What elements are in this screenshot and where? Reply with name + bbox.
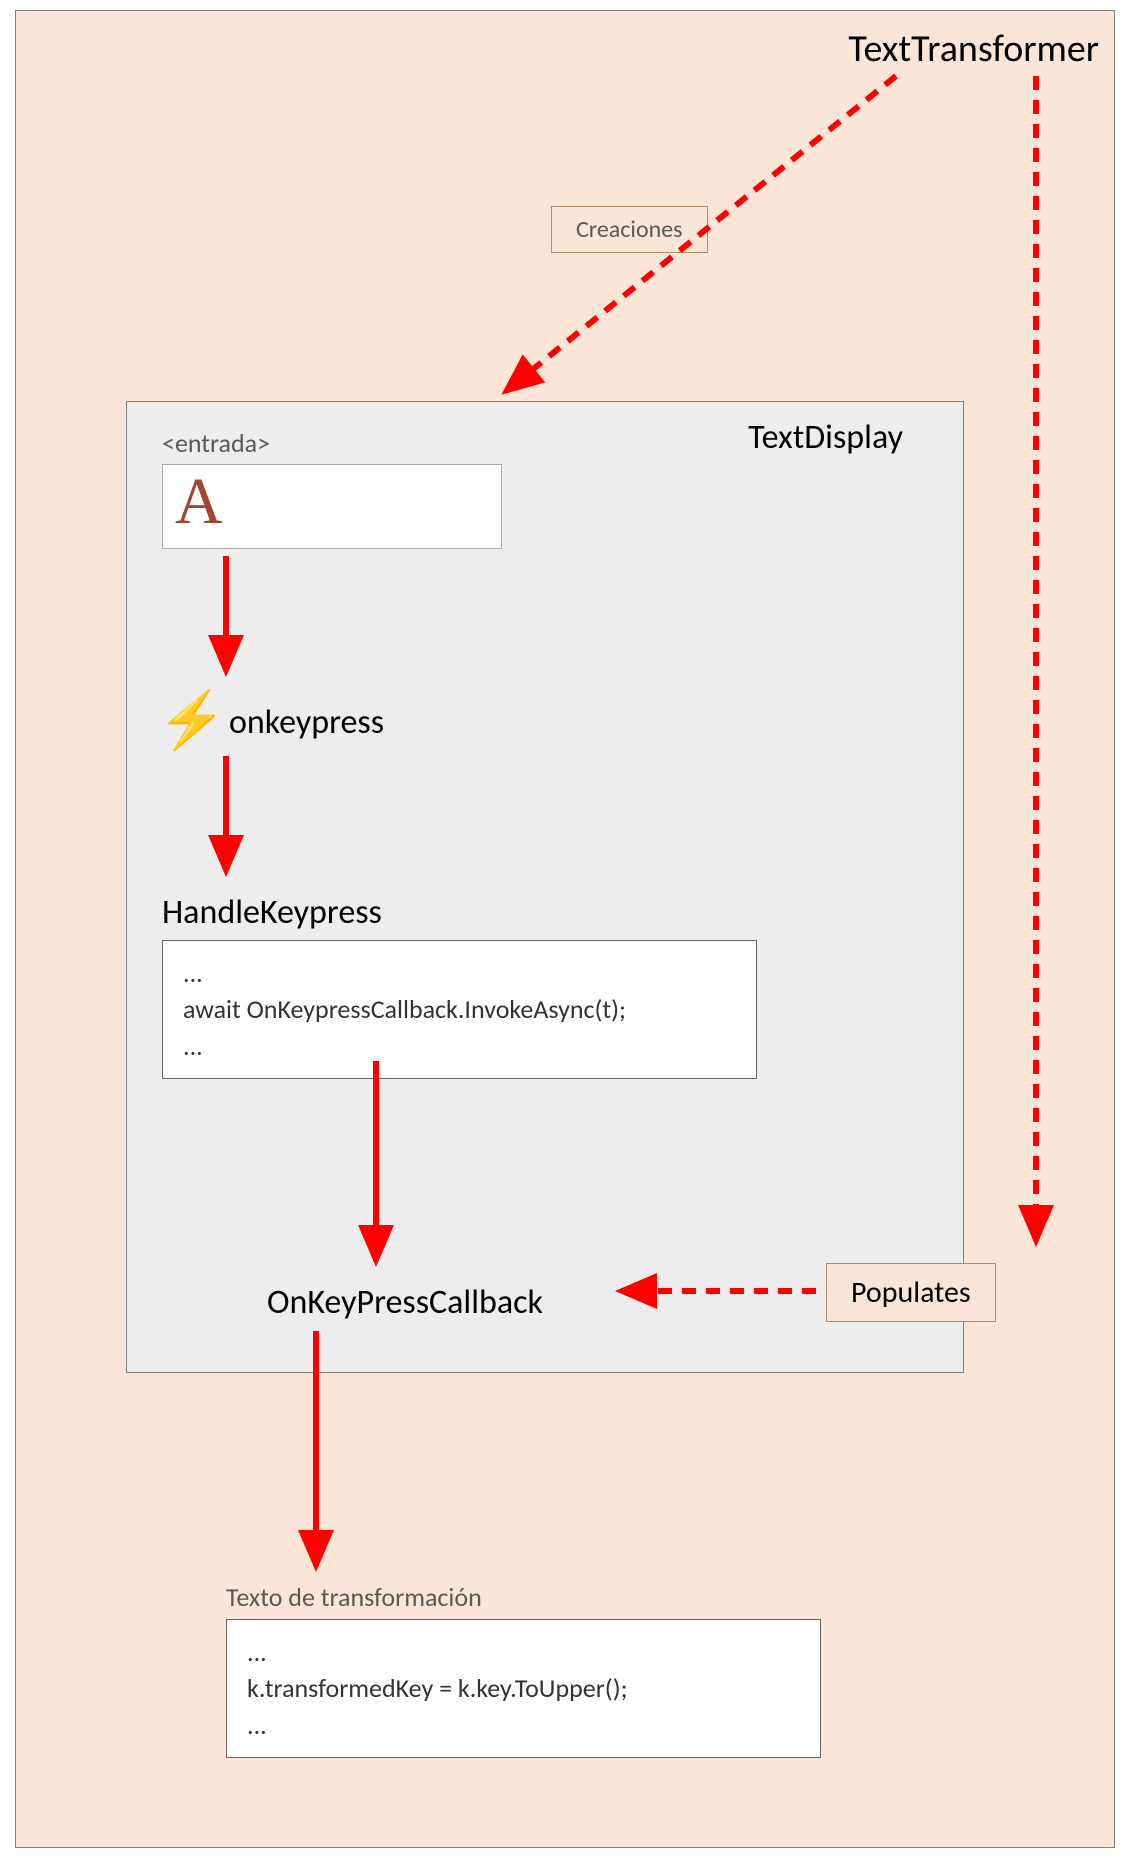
lightning-icon: ⚡: [157, 687, 227, 755]
code-line: await OnKeypressCallback.InvokeAsync(t);: [183, 991, 736, 1027]
code-line: ...: [247, 1634, 800, 1670]
transform-code: ... k.transformedKey = k.key.ToUpper(); …: [226, 1619, 821, 1758]
text-transformer-title: TextTransformer: [848, 26, 1099, 72]
handle-keypress-label: HandleKeypress: [162, 892, 382, 933]
populates-box: Populates: [826, 1263, 996, 1322]
onkeypress-label: onkeypress: [229, 702, 384, 743]
handle-keypress-code: ... await OnKeypressCallback.InvokeAsync…: [162, 940, 757, 1079]
callback-label: OnKeyPressCallback: [267, 1282, 543, 1323]
transform-label: Texto de transformación: [226, 1581, 482, 1613]
input-value: A: [175, 465, 223, 538]
creaciones-box: Creaciones: [551, 206, 708, 253]
text-display-box: TextDisplay <entrada> A ⚡ onkeypress Han…: [126, 401, 964, 1373]
code-line: k.transformedKey = k.key.ToUpper();: [247, 1670, 800, 1706]
entrada-label: <entrada>: [162, 427, 270, 459]
input-box[interactable]: A: [162, 464, 502, 549]
code-line: ...: [183, 1028, 736, 1064]
code-line: ...: [183, 955, 736, 991]
diagram-container: TextTransformer Creaciones TextDisplay <…: [15, 10, 1115, 1848]
code-line: ...: [247, 1707, 800, 1743]
text-display-title: TextDisplay: [748, 417, 903, 458]
